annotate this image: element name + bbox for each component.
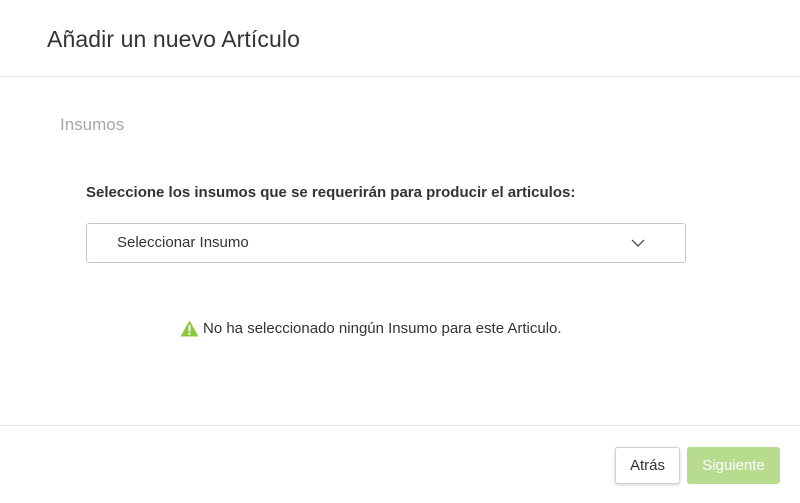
add-article-dialog: Añadir un nuevo Artículo Insumos Selecci… bbox=[0, 0, 800, 503]
empty-insumos-notice: No ha seleccionado ningún Insumo para es… bbox=[180, 320, 562, 337]
dialog-footer: Atrás Siguiente bbox=[0, 425, 800, 503]
insumos-prompt-label: Seleccione los insumos que se requerirán… bbox=[86, 184, 576, 201]
chevron-down-icon bbox=[631, 239, 645, 247]
dialog-title: Añadir un nuevo Artículo bbox=[47, 26, 301, 52]
insumo-select[interactable]: Seleccionar Insumo bbox=[86, 223, 686, 263]
next-button[interactable]: Siguiente bbox=[687, 447, 780, 484]
section-title: Insumos bbox=[60, 115, 125, 134]
warning-icon bbox=[180, 320, 199, 337]
insumo-select-value: Seleccionar Insumo bbox=[117, 234, 249, 251]
back-button[interactable]: Atrás bbox=[615, 447, 680, 484]
dialog-header: Añadir un nuevo Artículo bbox=[0, 0, 800, 77]
notice-text: No ha seleccionado ningún Insumo para es… bbox=[203, 320, 562, 337]
